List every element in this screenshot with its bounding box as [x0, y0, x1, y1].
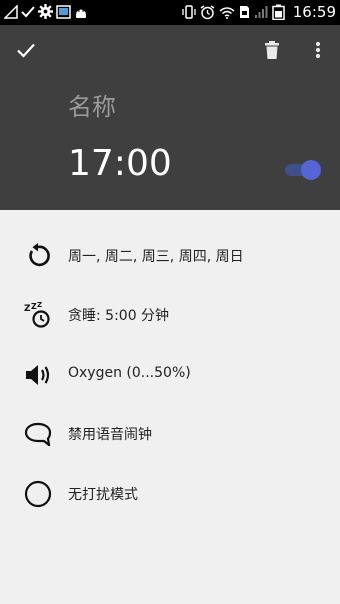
- repeat-days-row[interactable]: 周一, 周二, 周三, 周四, 周日: [0, 228, 340, 284]
- snooze-label: 贪睡: 5:00 分钟: [68, 308, 170, 324]
- speech-bubble-icon: [24, 420, 52, 448]
- battery-icon: [272, 4, 285, 20]
- check-icon: [21, 5, 35, 17]
- toggle-thumb: [301, 160, 321, 180]
- do-not-disturb-label: 无打扰模式: [68, 487, 138, 503]
- status-time: 16:59: [292, 3, 336, 21]
- gear-icon: [38, 4, 53, 19]
- alarm-settings-list: 周一, 周二, 周三, 周四, 周日 Z Z Z 贪睡: 5:00 分钟 Oxy…: [0, 210, 340, 604]
- alarm-enable-toggle[interactable]: [285, 160, 321, 180]
- svg-text:Z: Z: [24, 304, 31, 314]
- delete-button[interactable]: [254, 32, 290, 68]
- ringtone-row[interactable]: Oxygen (0...50%): [0, 347, 340, 403]
- status-right-icons: 16:59: [182, 3, 336, 21]
- alarm-header: 名称 17:00: [0, 25, 340, 210]
- android-icon: [76, 9, 86, 18]
- snooze-icon: Z Z Z: [24, 301, 52, 329]
- status-bar: 16:59: [0, 0, 340, 25]
- alarm-clock-icon: [200, 4, 215, 19]
- more-vert-icon: [315, 41, 321, 59]
- repeat-icon: [24, 242, 52, 270]
- trash-icon: [265, 41, 279, 59]
- alarm-time[interactable]: 17:00: [68, 143, 172, 184]
- gallery-icon: [56, 4, 71, 19]
- volume-icon: [24, 361, 52, 389]
- svg-text:Z: Z: [37, 301, 42, 309]
- voice-alarm-row[interactable]: 禁用语音闹钟: [0, 406, 340, 462]
- cell-signal-icon: [254, 6, 268, 18]
- status-left-icons: [4, 4, 88, 19]
- vibrate-icon: [182, 5, 196, 19]
- repeat-days-label: 周一, 周二, 周三, 周四, 周日: [68, 249, 244, 265]
- check-icon: [17, 43, 35, 58]
- alarm-name-field[interactable]: 名称: [68, 87, 116, 122]
- do-not-disturb-row[interactable]: 无打扰模式: [0, 466, 340, 522]
- snooze-row[interactable]: Z Z Z 贪睡: 5:00 分钟: [0, 287, 340, 343]
- ringtone-label: Oxygen (0...50%): [68, 365, 191, 381]
- wifi-icon: [219, 6, 235, 19]
- circle-icon: [24, 480, 52, 508]
- signal-flag-icon: [4, 4, 18, 19]
- sim-icon: [239, 6, 249, 18]
- confirm-button[interactable]: [8, 32, 44, 68]
- voice-alarm-label: 禁用语音闹钟: [68, 427, 152, 443]
- more-options-button[interactable]: [300, 32, 336, 68]
